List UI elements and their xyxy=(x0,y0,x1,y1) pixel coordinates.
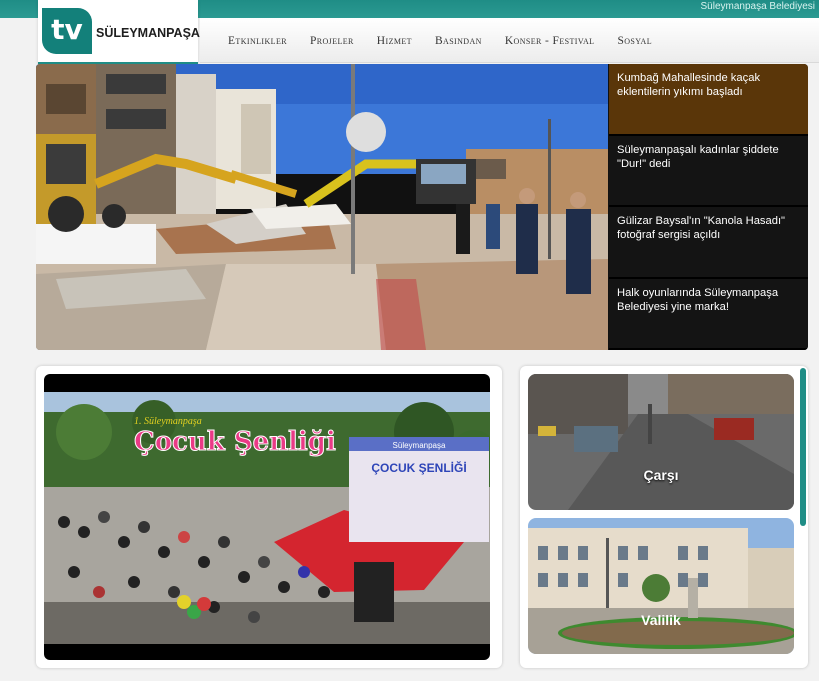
camera-label: Çarşı xyxy=(643,467,678,483)
site-name: Süleymanpaşa Belediyesi xyxy=(700,1,815,12)
video-frame-image: Süleymanpaşa ÇOCUK ŞENLİĞİ 1. Süleymanpa… xyxy=(44,392,490,644)
nav-item-konser-festival[interactable]: Konser - Festival xyxy=(505,35,595,47)
logo[interactable]: tv SÜLEYMANPAŞA xyxy=(38,0,200,64)
camera-carsi-image: Çarşı xyxy=(528,374,794,510)
camera-panel: Çarşı Valilik xyxy=(520,366,808,668)
news-item[interactable]: Halk oyunlarında Süleymanpaşa Belediyesi… xyxy=(609,278,808,350)
banner-subtitle: 1. Süleymanpaşa xyxy=(134,416,202,427)
nav-item-sosyal[interactable]: Sosyal xyxy=(617,35,652,47)
news-item[interactable]: Süleymanpaşalı kadınlar şiddete "Dur!" d… xyxy=(609,135,808,207)
nav-item-projeler[interactable]: Projeler xyxy=(310,35,354,47)
sign-title: ÇOCUK ŞENLİĞİ xyxy=(371,460,466,475)
main-nav: Etkinlikler Projeler Hizmet Basından Kon… xyxy=(200,18,819,63)
camera-label: Valilik xyxy=(641,612,681,628)
hero-photo[interactable] xyxy=(36,64,608,350)
nav-item-hizmet[interactable]: Hizmet xyxy=(377,35,412,47)
banner-title: Çocuk Şenliği xyxy=(134,427,336,457)
news-list: Kumbağ Mahallesinde kaçak eklentilerin y… xyxy=(609,64,808,350)
nav-item-etkinlikler[interactable]: Etkinlikler xyxy=(228,35,287,47)
camera-carsi[interactable]: Çarşı xyxy=(528,374,794,510)
video-player[interactable]: Süleymanpaşa ÇOCUK ŞENLİĞİ 1. Süleymanpa… xyxy=(44,374,490,660)
news-item[interactable]: Kumbağ Mahallesinde kaçak eklentilerin y… xyxy=(609,64,808,136)
scrollbar[interactable] xyxy=(800,368,806,526)
video-panel: Süleymanpaşa ÇOCUK ŞENLİĞİ 1. Süleymanpa… xyxy=(36,366,502,668)
nav-item-basindan[interactable]: Basından xyxy=(435,35,482,47)
news-slider: Kumbağ Mahallesinde kaçak eklentilerin y… xyxy=(36,64,808,350)
camera-valilik-image: Valilik xyxy=(528,518,794,654)
tv-logo-icon: tv xyxy=(42,8,92,54)
sign-top: Süleymanpaşa xyxy=(393,441,446,450)
news-item[interactable]: Gülizar Baysal'ın "Kanola Hasadı" fotoğr… xyxy=(609,207,808,279)
camera-valilik[interactable]: Valilik xyxy=(528,518,794,654)
logo-text: SÜLEYMANPAŞA xyxy=(96,26,200,40)
